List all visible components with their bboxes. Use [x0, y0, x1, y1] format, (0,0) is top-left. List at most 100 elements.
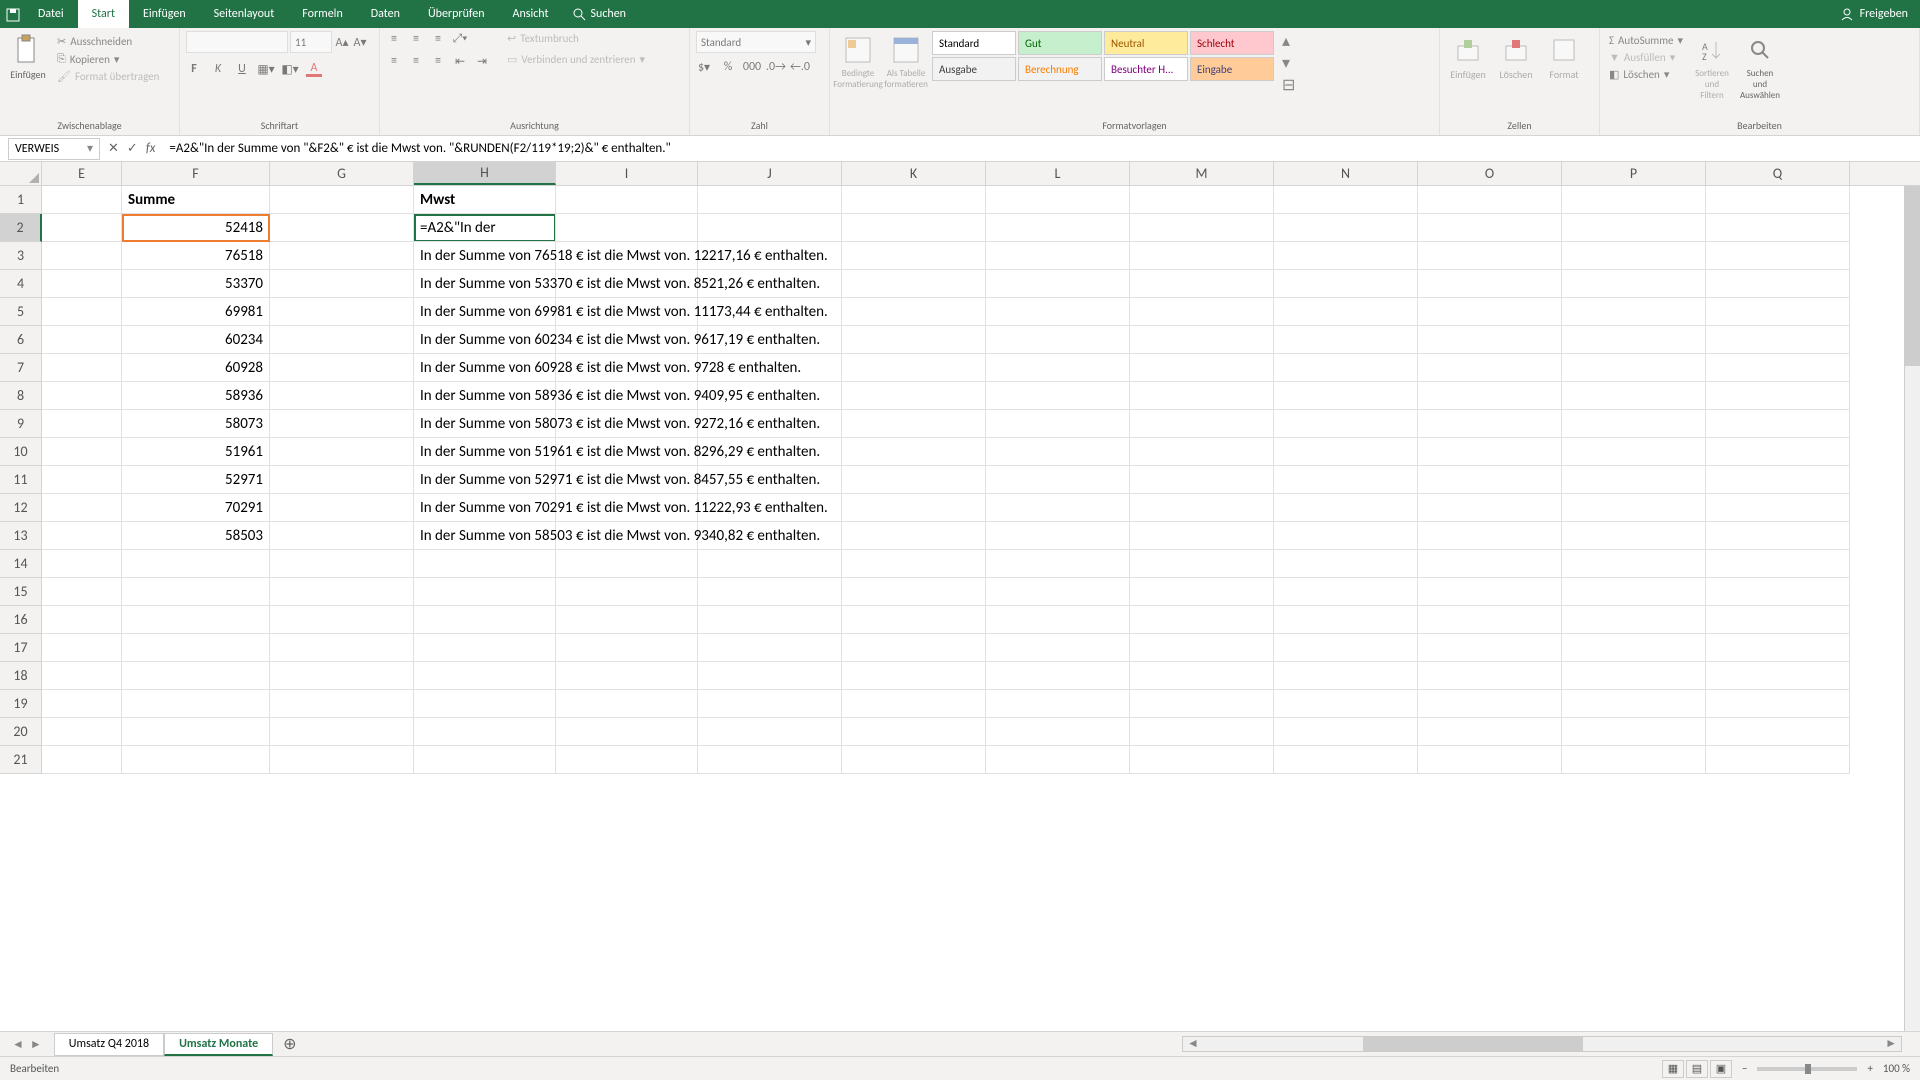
cell-G14[interactable]: [270, 550, 414, 578]
cell-H9[interactable]: In der Summe von 58073 € ist die Mwst vo…: [414, 410, 556, 438]
cell-H18[interactable]: [414, 662, 556, 690]
cell-G10[interactable]: [270, 438, 414, 466]
cell-K1[interactable]: [842, 186, 986, 214]
cell-J21[interactable]: [698, 746, 842, 774]
cell-E17[interactable]: [42, 634, 122, 662]
cell-M20[interactable]: [1130, 718, 1274, 746]
cell-L11[interactable]: [986, 466, 1130, 494]
row-header-14[interactable]: 14: [0, 550, 42, 578]
cell-I16[interactable]: [556, 606, 698, 634]
cell-O5[interactable]: [1418, 298, 1562, 326]
sheet-tab-1[interactable]: Umsatz Monate: [164, 1033, 273, 1056]
cell-F14[interactable]: [122, 550, 270, 578]
cell-G21[interactable]: [270, 746, 414, 774]
cell-G12[interactable]: [270, 494, 414, 522]
cell-P19[interactable]: [1562, 690, 1706, 718]
style-gut[interactable]: Gut: [1018, 31, 1102, 55]
cell-O19[interactable]: [1418, 690, 1562, 718]
cell-N17[interactable]: [1274, 634, 1418, 662]
row-header-7[interactable]: 7: [0, 354, 42, 382]
cell-M6[interactable]: [1130, 326, 1274, 354]
row-header-5[interactable]: 5: [0, 298, 42, 326]
cell-N21[interactable]: [1274, 746, 1418, 774]
col-header-G[interactable]: G: [270, 162, 414, 185]
cell-G13[interactable]: [270, 522, 414, 550]
align-center-icon[interactable]: ≡: [408, 53, 424, 69]
col-header-Q[interactable]: Q: [1706, 162, 1850, 185]
cell-N15[interactable]: [1274, 578, 1418, 606]
cell-E3[interactable]: [42, 242, 122, 270]
cell-M15[interactable]: [1130, 578, 1274, 606]
tab-daten[interactable]: Daten: [357, 0, 414, 28]
cell-N3[interactable]: [1274, 242, 1418, 270]
cell-M14[interactable]: [1130, 550, 1274, 578]
save-icon[interactable]: [6, 8, 18, 20]
col-header-J[interactable]: J: [698, 162, 842, 185]
row-header-16[interactable]: 16: [0, 606, 42, 634]
font-name-input[interactable]: [186, 31, 288, 53]
row-header-18[interactable]: 18: [0, 662, 42, 690]
sheet-tab-0[interactable]: Umsatz Q4 2018: [54, 1033, 164, 1056]
style-neutral[interactable]: Neutral: [1104, 31, 1188, 55]
col-header-I[interactable]: I: [556, 162, 698, 185]
align-top-icon[interactable]: ≡: [386, 31, 402, 47]
col-header-L[interactable]: L: [986, 162, 1130, 185]
formula-input[interactable]: =A2&"In der Summe von "&F2&" € ist die M…: [163, 141, 1920, 156]
share-button[interactable]: Freigeben: [1860, 7, 1908, 21]
cell-O14[interactable]: [1418, 550, 1562, 578]
col-header-E[interactable]: E: [42, 162, 122, 185]
cell-H16[interactable]: [414, 606, 556, 634]
cell-P17[interactable]: [1562, 634, 1706, 662]
cell-L7[interactable]: [986, 354, 1130, 382]
cell-E15[interactable]: [42, 578, 122, 606]
cell-O11[interactable]: [1418, 466, 1562, 494]
row-header-10[interactable]: 10: [0, 438, 42, 466]
delete-cells-button[interactable]: Löschen: [1494, 31, 1538, 84]
cell-Q2[interactable]: [1706, 214, 1850, 242]
cell-K8[interactable]: [842, 382, 986, 410]
cell-M17[interactable]: [1130, 634, 1274, 662]
insert-cells-button[interactable]: Einfügen: [1446, 31, 1490, 84]
cell-J2[interactable]: [698, 214, 842, 242]
cell-O9[interactable]: [1418, 410, 1562, 438]
cell-N10[interactable]: [1274, 438, 1418, 466]
font-size-input[interactable]: [290, 31, 332, 53]
cell-K20[interactable]: [842, 718, 986, 746]
cell-F13[interactable]: 58503: [122, 522, 270, 550]
cell-Q5[interactable]: [1706, 298, 1850, 326]
align-right-icon[interactable]: ≡: [430, 53, 446, 69]
cell-K12[interactable]: [842, 494, 986, 522]
cell-O16[interactable]: [1418, 606, 1562, 634]
cell-P6[interactable]: [1562, 326, 1706, 354]
font-color-icon[interactable]: A: [306, 61, 322, 77]
cell-I2[interactable]: [556, 214, 698, 242]
cell-G15[interactable]: [270, 578, 414, 606]
cell-I18[interactable]: [556, 662, 698, 690]
tab-datei[interactable]: Datei: [24, 0, 78, 28]
cell-L14[interactable]: [986, 550, 1130, 578]
cell-O21[interactable]: [1418, 746, 1562, 774]
cell-N13[interactable]: [1274, 522, 1418, 550]
inc-decimal-icon[interactable]: .0→: [768, 59, 784, 75]
cell-P5[interactable]: [1562, 298, 1706, 326]
cell-G19[interactable]: [270, 690, 414, 718]
cell-G8[interactable]: [270, 382, 414, 410]
cell-K4[interactable]: [842, 270, 986, 298]
cell-M7[interactable]: [1130, 354, 1274, 382]
cell-O2[interactable]: [1418, 214, 1562, 242]
tab-ansicht[interactable]: Ansicht: [499, 0, 563, 28]
dec-decimal-icon[interactable]: ←.0: [792, 59, 808, 75]
cell-L6[interactable]: [986, 326, 1130, 354]
indent-inc-icon[interactable]: ⇥: [474, 53, 490, 69]
row-header-13[interactable]: 13: [0, 522, 42, 550]
format-cells-button[interactable]: Format: [1542, 31, 1586, 84]
cell-F11[interactable]: 52971: [122, 466, 270, 494]
fill-color-icon[interactable]: ◧▾: [282, 61, 298, 77]
cell-L4[interactable]: [986, 270, 1130, 298]
tab-start[interactable]: Start: [78, 0, 129, 28]
border-icon[interactable]: ▦▾: [258, 61, 274, 77]
bold-button[interactable]: F: [186, 61, 202, 77]
cell-F12[interactable]: 70291: [122, 494, 270, 522]
cell-M1[interactable]: [1130, 186, 1274, 214]
cell-N18[interactable]: [1274, 662, 1418, 690]
